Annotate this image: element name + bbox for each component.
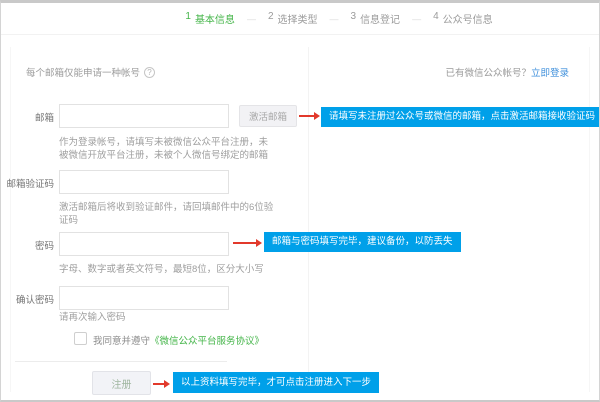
row-divider [15,361,227,362]
step-number: 2 [268,11,274,26]
password-annotation-callout: 邮箱与密码填写完毕，建议备份，以防丢失 [264,232,461,252]
red-arrow [153,379,170,388]
agreement-text: 我同意并遵守《微信公众平台服务协议》 [93,333,264,347]
step-basic-info: 1 基本信息 [185,11,235,26]
service-agreement-link[interactable]: 《微信公众平台服务协议》 [150,336,264,347]
email-code-help-line2: 证码 [59,212,78,226]
step-choose-type: 2 选择类型 [268,11,318,26]
register-annotation-callout: 以上资料填写完毕，才可点击注册进入下一步 [173,372,379,393]
email-help-line2: 被微信开放平台注册，未被个人微信号绑定的邮箱 [59,147,268,161]
email-limit-note: 每个邮箱仅能申请一种帐号 ? [26,65,155,79]
column-divider [308,47,309,392]
table-border-left [10,47,11,392]
confirm-password-help: 请再次输入密码 [59,309,126,323]
email-annotation-callout: 请填写未注册过公众号或微信的邮箱，点击激活邮箱接收验证码 [321,107,600,127]
step-account-info: 4 公众号信息 [433,11,493,26]
email-code-help-line1: 激活邮箱后将收到验证邮件，请回填邮件中的6位验 [59,199,273,213]
register-button[interactable]: 注册 [92,371,151,395]
red-arrow [299,111,320,120]
prompt-text: 已有微信公众帐号？ [445,68,531,79]
password-input[interactable] [59,232,229,256]
email-code-input[interactable] [59,170,229,194]
password-help: 字母、数字或者英文符号，最短8位，区分大小写 [59,261,264,275]
note-text: 每个邮箱仅能申请一种帐号 [26,65,140,79]
table-border-right [589,47,590,392]
step-number: 4 [433,11,439,26]
help-question-icon[interactable]: ? [144,67,155,78]
steps-bar: 1 基本信息 — 2 选择类型 — 3 信息登记 — 4 公众号信息 [1,3,599,35]
login-now-link[interactable]: 立即登录 [531,68,569,79]
step-separator: — [330,14,339,24]
agreement-label: 我同意并遵守 [93,336,150,347]
agreement-checkbox[interactable] [74,332,87,345]
step-separator: — [412,14,421,24]
step-info-registration: 3 信息登记 [351,11,401,26]
existing-account-prompt: 已有微信公众帐号？立即登录 [445,65,569,79]
step-label: 信息登记 [360,11,400,26]
step-number: 1 [185,11,191,26]
step-label: 公众号信息 [443,11,493,26]
step-separator: — [247,14,256,24]
confirm-password-input[interactable] [59,286,229,310]
activate-email-button[interactable]: 激活邮箱 [239,105,297,127]
step-label: 基本信息 [195,11,235,26]
step-number: 3 [351,11,357,26]
email-help-line1: 作为登录帐号，请填写未被微信公众平台注册，未 [59,134,268,148]
step-label: 选择类型 [278,11,318,26]
confirm-password-label: 确认密码 [1,292,54,306]
email-code-label: 邮箱验证码 [1,176,54,190]
red-arrow [233,238,262,247]
password-label: 密码 [1,238,54,252]
email-label: 邮箱 [1,110,54,124]
email-input[interactable] [59,104,229,128]
wechat-registration-page: 1 基本信息 — 2 选择类型 — 3 信息登记 — 4 公众号信息 每个邮箱仅… [0,0,600,402]
